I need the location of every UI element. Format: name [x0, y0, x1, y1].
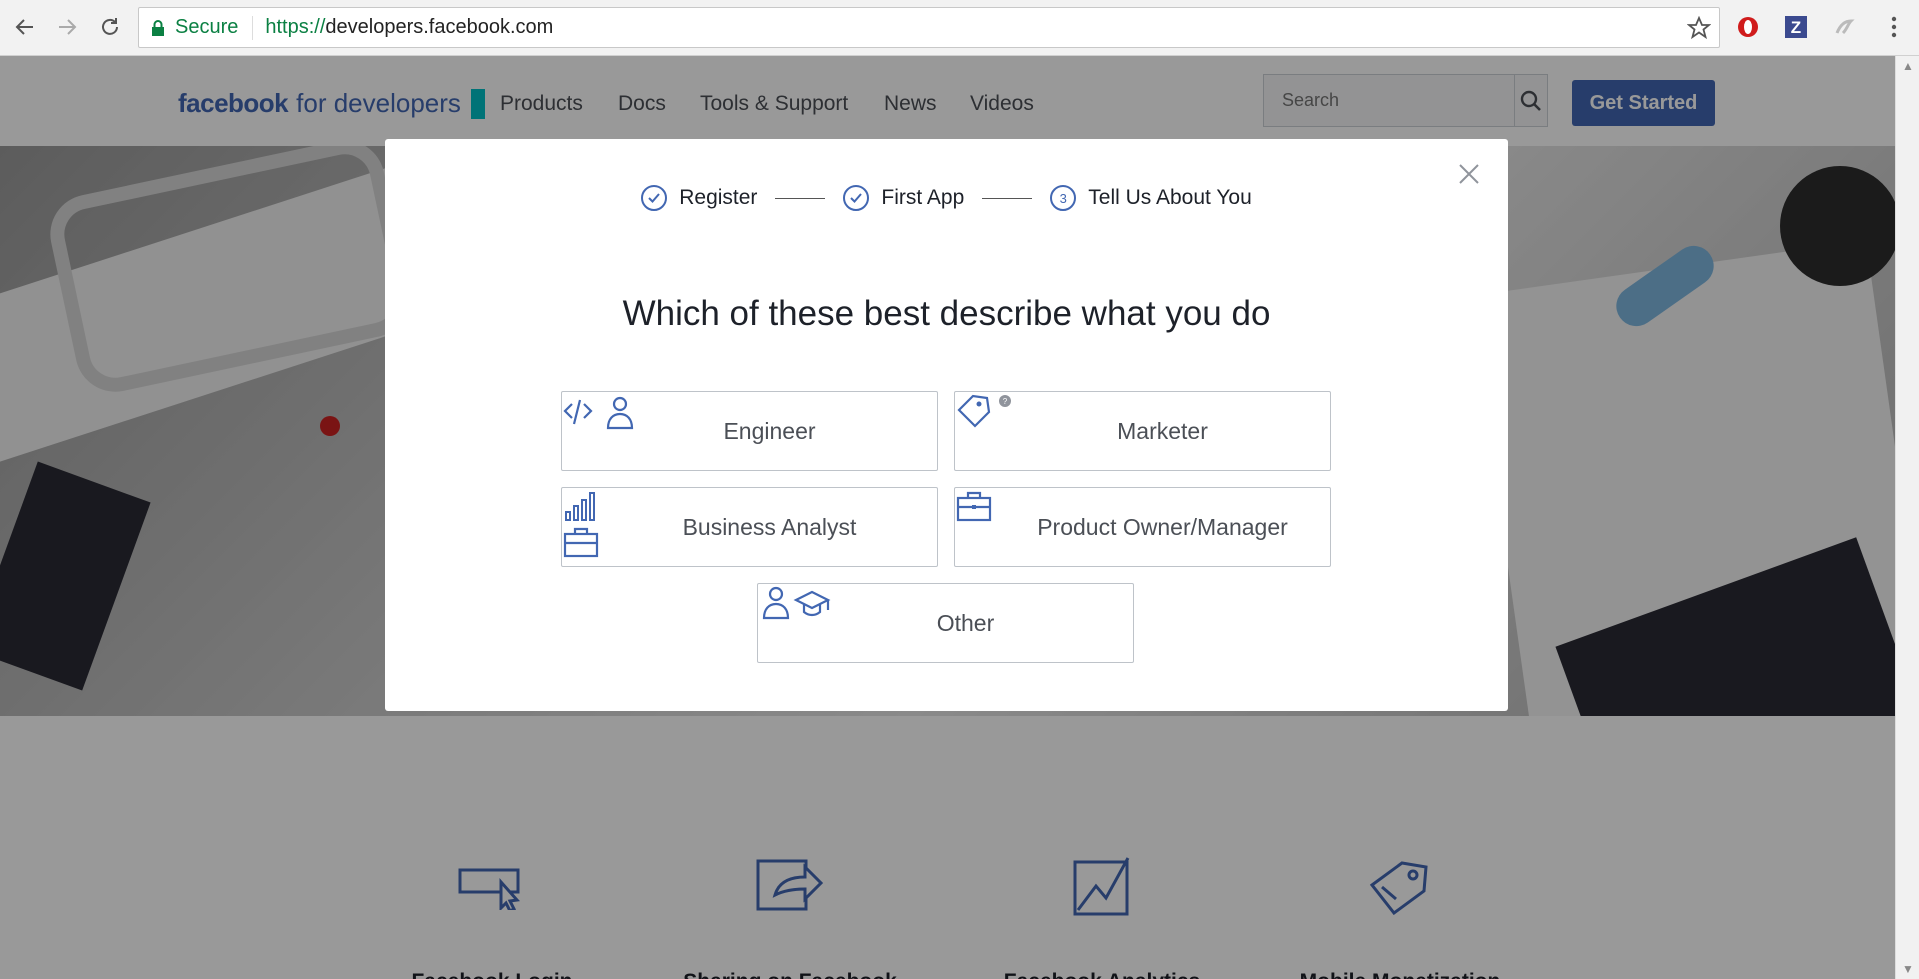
- role-business-analyst-button[interactable]: Business Analyst: [561, 487, 938, 567]
- step-first-app: First App: [843, 185, 964, 211]
- step-tell-us: 3 Tell Us About You: [1050, 185, 1252, 211]
- url-host: developers.facebook.com: [325, 16, 554, 38]
- lock-icon: [152, 19, 164, 36]
- step-label: Register: [679, 186, 758, 209]
- forward-button[interactable]: [52, 12, 82, 42]
- step-label: First App: [881, 186, 965, 209]
- browser-toolbar: Secure https://developers.facebook.com Z: [0, 0, 1919, 56]
- check-icon: [843, 185, 870, 211]
- role-label: Product Owner/Manager: [1037, 513, 1288, 540]
- step-connector: [982, 197, 1033, 199]
- url-protocol: https://: [265, 16, 326, 38]
- reload-button[interactable]: [95, 12, 125, 42]
- scroll-up-arrow-icon[interactable]: ▲: [1896, 56, 1919, 76]
- back-arrow-icon: [15, 19, 33, 35]
- svg-text:Z: Z: [1791, 18, 1801, 37]
- z-extension-icon[interactable]: Z: [1782, 13, 1810, 41]
- page-scrollbar[interactable]: ▲ ▼: [1895, 56, 1919, 979]
- role-label: Other: [936, 609, 995, 636]
- menu-kebab-icon[interactable]: [1880, 13, 1908, 41]
- role-marketer-button[interactable]: ? Marketer: [954, 391, 1331, 471]
- engineer-icon: [563, 396, 634, 430]
- role-label: Marketer: [1117, 417, 1208, 444]
- business-analyst-icon: [563, 492, 599, 558]
- close-icon: [1459, 164, 1479, 184]
- role-label: Business Analyst: [682, 513, 857, 540]
- step-label: Tell Us About You: [1088, 186, 1252, 209]
- step-connector: [775, 197, 826, 199]
- back-button[interactable]: [10, 12, 40, 42]
- scroll-down-arrow-icon[interactable]: ▼: [1896, 959, 1919, 979]
- role-product-owner-button[interactable]: Product Owner/Manager: [954, 487, 1331, 567]
- check-icon: [641, 185, 668, 211]
- progress-stepper: Register First App 3 Tell Us About You: [385, 185, 1508, 211]
- forward-arrow-icon: [59, 19, 77, 35]
- role-engineer-button[interactable]: Engineer: [561, 391, 938, 471]
- bookmark-star-icon[interactable]: [1686, 15, 1712, 46]
- svg-text:?: ?: [1003, 397, 1008, 406]
- address-bar[interactable]: Secure https://developers.facebook.com: [138, 7, 1720, 48]
- marketer-icon: ?: [957, 394, 1011, 428]
- onboarding-modal: Register First App 3 Tell Us About You W…: [385, 139, 1508, 711]
- opera-extension-icon[interactable]: [1734, 13, 1762, 41]
- step-number: 3: [1050, 185, 1077, 211]
- step-register: Register: [641, 185, 757, 211]
- briefcase-icon: [956, 491, 992, 522]
- url-text: https://developers.facebook.com: [253, 16, 553, 39]
- role-label: Engineer: [723, 417, 816, 444]
- secure-indicator[interactable]: Secure: [139, 15, 254, 40]
- extension-icon[interactable]: [1830, 13, 1858, 41]
- reload-icon: [102, 18, 118, 35]
- modal-title: Which of these best describe what you do: [622, 294, 1271, 333]
- secure-label: Secure: [175, 16, 239, 38]
- student-icon: [762, 586, 831, 620]
- role-other-button[interactable]: Other: [757, 583, 1134, 663]
